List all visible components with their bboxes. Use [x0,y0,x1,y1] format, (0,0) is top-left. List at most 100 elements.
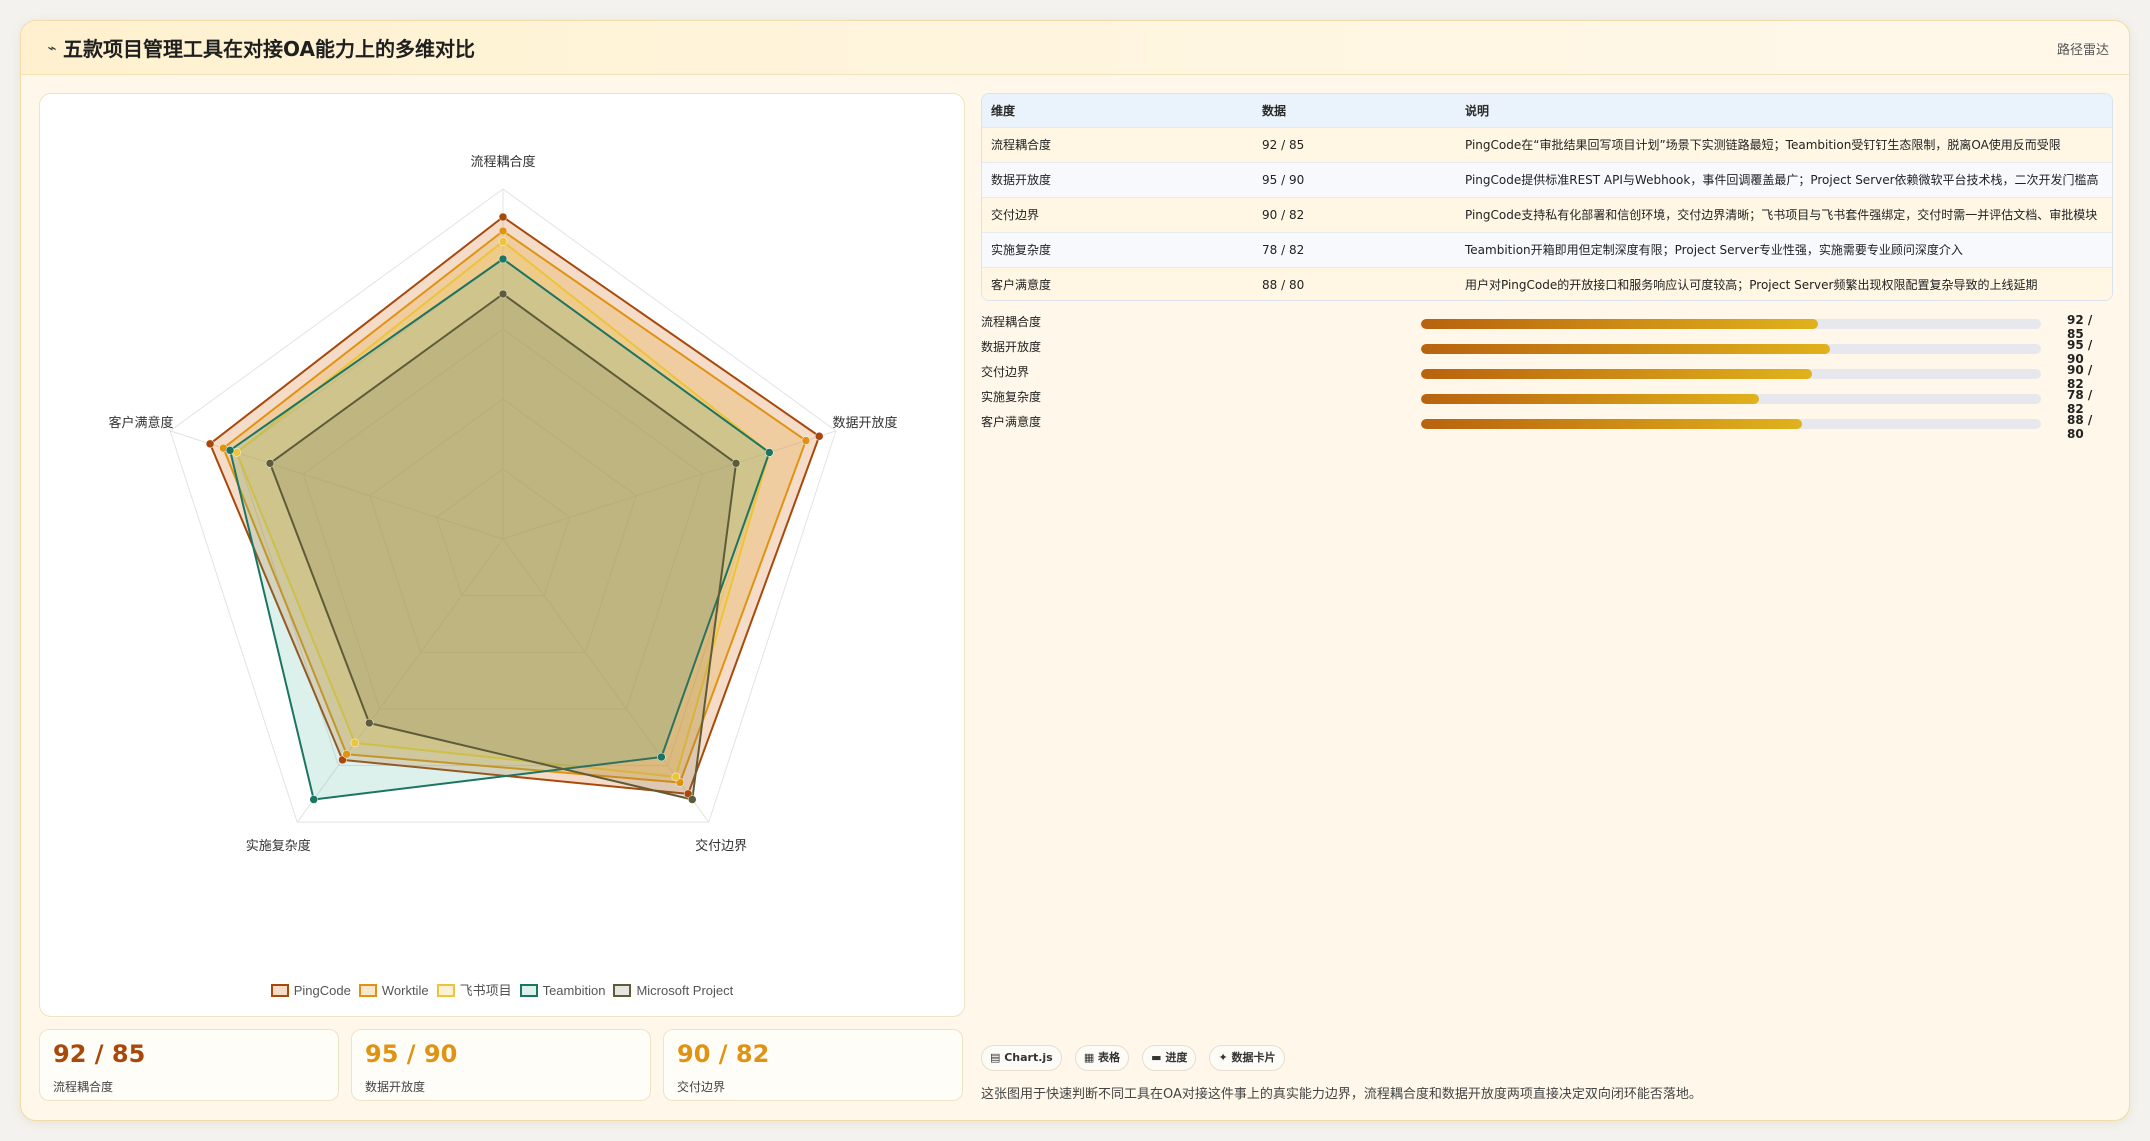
legend-label: Teambition [542,983,606,998]
chart-line-icon: ⌁ [47,39,57,57]
table-cell-data: 92 / 85 [1262,137,1305,152]
radar-point [498,212,508,222]
legend-item[interactable]: 飞书项目 [436,980,512,999]
radar-point [731,459,741,468]
progress-label: 交付边界 [981,365,1030,379]
progress-label: 数据开放度 [981,340,1042,354]
kpi-label: 流程耦合度 [53,1080,114,1094]
chart-legend: PingCode Worktile 飞书项目 Teambition Microsoft … [40,980,964,999]
radar-point [365,718,374,728]
dashboard-panel: ⌁ 五款项目管理工具在对接OA能力上的多维对比 路径雷达 流程耦合度 数据开放度交… [20,20,2130,1121]
table-row: 数据开放度 95 / 90 PingCode提供标准REST API与Webho… [982,162,2112,197]
progress-value: 88 / 80 [2067,413,2093,441]
radar-point [671,772,681,782]
table-cell-dimension: 实施复杂度 [991,243,1052,257]
progress-label: 客户满意度 [981,415,1042,429]
radar-chart: 流程耦合度数据开放度交付边界 实施复杂度 客户满意度 [108,154,897,854]
table-cell-description: 用户对PingCode的开放接口和服务响应认可度较高；Project Serve… [1465,278,2038,293]
kpi-label: 交付边界 [677,1080,726,1094]
chip-progress[interactable]: ▬ 进度 [1142,1045,1197,1071]
chip-data-card[interactable]: ✦ 数据卡片 [1209,1045,1285,1071]
table-row: 交付边界 90 / 82 PingCode支持私有化部署和信创环境，交付边界清晰… [982,197,2112,232]
table-cell-dimension: 交付边界 [991,208,1040,222]
progress-row: 流程耦合度 92 / 85 [981,311,2113,341]
progress-track [1421,319,2041,329]
kpi-card: 92 / 85 流程耦合度 [39,1029,339,1101]
radar-axis-label: 客户满意度 [108,415,173,431]
radar-axis-label: 数据开放度 [832,415,897,431]
table-row: 流程耦合度 92 / 85 PingCode在“审批结果回写项目计划”场景下实测… [982,127,2112,162]
chip-chartjs[interactable]: ▤ Chart.js [981,1045,1062,1071]
legend-swatch [270,984,289,997]
table-row: 实施复杂度 78 / 82 Teambition开箱即用但定制深度有限；Proj… [982,232,2112,267]
column-header[interactable]: 说明 [1456,94,2112,127]
legend-label: PingCode [293,983,351,998]
footer-note: 这张图用于快速判断不同工具在OA对接这件事上的真实能力边界，流程耦合度和数据开放… [981,1087,1702,1102]
legend-item[interactable]: Microsoft Project [613,983,733,998]
kpi-value: 92 / 85 [53,1040,146,1068]
progress-track [1421,394,2041,404]
kpi-label: 数据开放度 [365,1080,426,1094]
radar-point [498,254,508,264]
legend-swatch [519,984,538,997]
progress-fill [1421,344,1831,354]
progress-track [1421,419,2041,429]
kpi-value: 90 / 82 [677,1040,770,1068]
legend-label: Worktile [381,983,429,998]
progress-track [1421,344,2041,354]
radar-point [205,439,215,449]
comparison-table-card: 维度 数据 说明 流程耦合度 92 / 85 PingCode在“审批结果回写项… [981,93,2113,301]
kpi-value: 95 / 90 [365,1040,458,1068]
progress-label: 实施复杂度 [981,390,1042,404]
radar-point [342,749,351,759]
table-cell-data: 90 / 82 [1262,207,1305,222]
table-cell-dimension: 客户满意度 [991,278,1052,293]
path-radar-link[interactable]: 路径雷达 [2057,39,2109,58]
table-cell-description: PingCode在“审批结果回写项目计划”场景下实测链路最短；Teambitio… [1465,138,2061,152]
legend-swatch [613,984,632,997]
radar-point [814,432,824,441]
radar-point [765,448,774,457]
column-header[interactable]: 数据 [1253,94,1456,127]
radar-chart-card: 流程耦合度 数据开放度 交付边界 实施复杂度 客户满意度 PingCode Worktil… [39,93,965,1017]
radar-point [498,226,508,236]
progress-row: 实施复杂度 78 / 82 [981,386,2113,416]
radar-point [657,752,666,762]
table-cell-data: 95 / 90 [1262,172,1305,187]
kpi-card: 95 / 90 数据开放度 [351,1029,651,1101]
progress-fill [1421,319,1818,329]
radar-point [801,436,811,445]
header: ⌁ 五款项目管理工具在对接OA能力上的多维对比 路径雷达 [21,21,2129,75]
radar-point [688,795,697,804]
table-cell-description: PingCode支持私有化部署和信创环境，交付边界清晰；飞书项目与飞书套件强绑定… [1465,208,2098,222]
legend-item[interactable]: PingCode [270,983,351,998]
progress-row: 交付边界 90 / 82 [981,361,2113,391]
view-chips: ▤ Chart.js ▦ 表格 ▬ 进度 ✦ 数据卡片 [981,1045,1293,1071]
table-cell-data: 88 / 80 [1262,277,1305,292]
progress-fill [1421,369,1812,379]
comparison-table: 维度 数据 说明 流程耦合度 92 / 85 PingCode在“审批结果回写项… [982,94,2112,300]
radar-point [498,237,508,246]
legend-item[interactable]: Teambition [519,983,606,998]
table-cell-description: PingCode提供标准REST API与Webhook，事件回调覆盖最广；Pr… [1465,173,2099,187]
progress-label: 流程耦合度 [981,315,1042,329]
page-title: 五款项目管理工具在对接OA能力上的多维对比 [63,37,475,61]
column-header[interactable]: 维度 [982,94,1253,127]
radar-point [309,795,318,804]
progress-fill [1421,419,1803,429]
chip-table[interactable]: ▦ 表格 [1074,1045,1130,1071]
radar-axis-label: 流程耦合度 [470,154,535,170]
table-cell-dimension: 数据开放度 [991,173,1052,187]
radar-point [498,289,508,299]
table-cell-data: 78 / 82 [1262,242,1305,257]
progress-row: 客户满意度 88 / 80 [981,411,2113,441]
legend-item[interactable]: Worktile [358,983,429,998]
table-cell-description: Teambition开箱即用但定制深度有限；Project Server专业性强… [1465,243,1963,257]
progress-fill [1421,394,1759,404]
legend-swatch [436,984,455,997]
radar-point [350,738,360,748]
legend-label: 飞书项目 [459,983,512,998]
table-header-row: 维度 数据 说明 [982,94,2112,127]
progress-bars: 流程耦合度 92 / 85 数据开放度 95 / 90 交付边界 90 / 82… [981,311,2113,441]
table-row: 客户满意度 88 / 80 用户对PingCode的开放接口和服务响应认可度较高… [982,267,2112,300]
